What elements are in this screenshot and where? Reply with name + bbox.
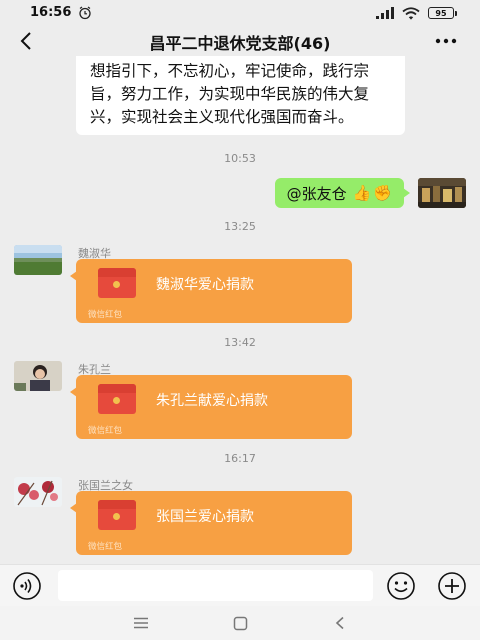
- alarm-icon: [79, 6, 91, 20]
- red-packet-icon: [98, 500, 136, 530]
- time-label: 13:25: [224, 220, 256, 233]
- red-packet-icon: [98, 268, 136, 298]
- menu-lines-icon: [134, 617, 148, 629]
- message-input[interactable]: [58, 570, 373, 601]
- plus-icon[interactable]: [437, 571, 467, 601]
- status-bar: 16:56 95: [0, 0, 480, 26]
- red-packet-footer: 微信红包: [88, 542, 123, 552]
- time-label: 13:42: [224, 336, 256, 349]
- time-label: 10:53: [224, 152, 256, 165]
- system-nav-bar: [0, 606, 480, 640]
- red-packet-title: 魏淑华爱心捐款: [156, 277, 254, 293]
- fist-emoji: ✊: [373, 184, 392, 202]
- red-packet-icon: [98, 384, 136, 414]
- red-packet[interactable]: 朱孔兰献爱心捐款 微信红包: [70, 375, 352, 439]
- back-triangle-icon: [335, 616, 344, 630]
- sent-message[interactable]: @张友仓 👍 ✊: [274, 178, 411, 208]
- sender-avatar[interactable]: [14, 361, 62, 391]
- red-packet-footer: 微信红包: [88, 426, 123, 436]
- more-dots-icon: [435, 38, 457, 44]
- home-square-icon: [233, 616, 247, 630]
- red-packet-title: 朱孔兰献爱心捐款: [156, 393, 268, 409]
- more-button[interactable]: [432, 30, 460, 52]
- red-packet[interactable]: 张国兰爱心捐款 微信红包: [70, 491, 352, 555]
- menu-button[interactable]: [131, 614, 151, 632]
- red-packet-footer: 微信红包: [88, 310, 123, 320]
- message-input-bar: [0, 564, 480, 606]
- status-icons: 95: [376, 5, 457, 21]
- signal-icon: [376, 7, 394, 19]
- my-avatar[interactable]: [418, 178, 466, 208]
- home-button[interactable]: [230, 614, 250, 632]
- red-packet-title: 张国兰爱心捐款: [156, 509, 254, 525]
- chat-title: 昌平二中退休党支部(46): [149, 34, 331, 53]
- received-text-message[interactable]: 想指引下，不忘初心，牢记使命，践行宗旨，努力工作，为实现中华民族的伟大复兴，实现…: [76, 56, 405, 135]
- thumbs-up-emoji: 👍: [352, 184, 372, 202]
- chat-header: 昌平二中退休党支部(46): [0, 26, 480, 56]
- time-label: 16:17: [224, 452, 256, 465]
- wifi-icon: [402, 6, 420, 20]
- system-back-button[interactable]: [330, 614, 350, 632]
- sender-avatar[interactable]: [14, 477, 62, 507]
- mention-text: @张友仓: [286, 184, 347, 203]
- status-time: 16:56: [30, 5, 72, 20]
- chat-messages[interactable]: 想指引下，不忘初心，牢记使命，践行宗旨，努力工作，为实现中华民族的伟大复兴，实现…: [0, 56, 480, 564]
- emoji-face-icon[interactable]: [386, 571, 416, 601]
- sender-avatar[interactable]: [14, 245, 62, 275]
- battery-icon: 95: [428, 7, 457, 19]
- voice-icon[interactable]: [12, 571, 42, 601]
- red-packet[interactable]: 魏淑华爱心捐款 微信红包: [70, 259, 352, 323]
